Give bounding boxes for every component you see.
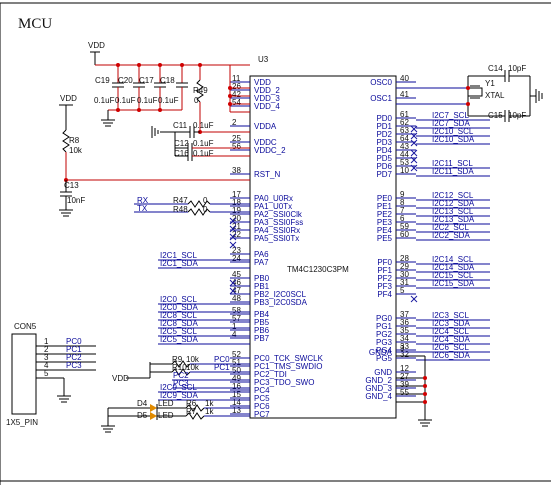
pin-number: 24 (232, 254, 241, 263)
vdd-label-con: VDD (112, 374, 129, 383)
cap-c18-ref: C18 (160, 76, 175, 85)
pin-name: PA7 (254, 258, 269, 267)
pin-number: 56 (232, 142, 241, 151)
sheet-title: MCU (18, 16, 52, 32)
pin-number: 13 (232, 406, 241, 415)
cap-c11-val: 0.1uF (193, 121, 214, 130)
res-r8-val: 10k (69, 146, 83, 155)
pin-name: VDDC_2 (254, 146, 286, 155)
net-label: I2C2_SDA (432, 231, 470, 240)
res-r47-val: 0 (203, 196, 208, 205)
pin-name: OSC1 (370, 94, 392, 103)
cap-c11-ref: C11 (173, 121, 188, 130)
cap-c18-val: 0.1uF (158, 96, 179, 105)
crystal-val: XTAL (485, 91, 505, 100)
reset-network: VDD (59, 94, 250, 217)
cap-c15-val: 10pF (508, 111, 526, 120)
cap-c14-ref: C14 (488, 64, 503, 73)
pin-number: 38 (232, 166, 241, 175)
connector-con5 (11, 333, 96, 415)
res-r49-ref: R49 (193, 86, 208, 95)
chip-left-pins: 11 VDD26 VDD_242 VDD_354 VDD_42 VDDA25 VDDC56 V… (230, 74, 324, 419)
pin-number: 2 (232, 118, 237, 127)
res-r48-ref: R48 (173, 205, 188, 214)
chip-ref: U3 (258, 55, 269, 64)
net-c1: PC1 (214, 363, 230, 372)
res-r7-val: 1k (205, 407, 214, 416)
res-r48-val: 0 (203, 205, 208, 214)
net-c3: PC3 (173, 379, 189, 388)
pin-number: 4 (232, 330, 237, 339)
vdd-label-top: VDD (88, 41, 105, 50)
cap-c16-ref: C16 (174, 149, 189, 158)
pin-number: 48 (232, 294, 241, 303)
cap-c15-ref: C15 (488, 111, 503, 120)
cap-c17-ref: C17 (139, 76, 154, 85)
led-d5-val: LED (158, 411, 174, 420)
cap-c19-val: 0.1uF (94, 96, 115, 105)
cap-c12-ref: C12 (174, 139, 189, 148)
vdd-label-left: VDD (60, 94, 77, 103)
pin-number: 41 (400, 90, 409, 99)
pin-name: GNDA (369, 348, 393, 357)
con5-part: 1X5_PIN (6, 418, 38, 427)
cap-c13-ref: C13 (64, 181, 79, 190)
right-net-labels: I2C7_SCLI2C7_SDAI2C10_SCLI2C10_SDAI2C11_… (416, 111, 490, 361)
pin-name: PB3_I2C0SDA (254, 298, 308, 307)
pin-name: PF4 (377, 290, 392, 299)
cap-c17-val: 0.1uF (137, 96, 158, 105)
vdd-decoupling: VDD (88, 41, 250, 134)
pin-name: VDD_4 (254, 102, 280, 111)
schematic: MCU U3 TM4C1230C3PM 11 VDD26 VDD_242 VDD_35… (0, 2, 551, 485)
cap-c16-val: 0.1uF (193, 149, 214, 158)
cap-c20-val: 0.1uF (115, 96, 136, 105)
res-r47-ref: R47 (173, 196, 188, 205)
led-d4-val: LED (158, 399, 174, 408)
pin-name: GND_4 (365, 392, 392, 401)
pin-name: PA5_SSI0Tx (254, 234, 299, 243)
res-r49-val: 0 (194, 96, 199, 105)
led-d5-ref: D5 (137, 411, 148, 420)
led-d4-ref: D4 (137, 399, 148, 408)
pin-number: 55 (400, 388, 409, 397)
chip-part: TM4C1230C3PM (287, 265, 349, 274)
pin-number: 40 (400, 74, 409, 83)
chip-right-pins: 40OSC041OSC161PD0 62PD1 63PD2 64PD3 43PD4 44P… (365, 74, 416, 401)
pin-number: 10 (400, 166, 409, 175)
cap-c14-val: 10pF (508, 64, 526, 73)
pin-name: PC7 (254, 410, 270, 419)
cap-c13-val: 10nF (67, 196, 85, 205)
pin-number: 60 (400, 230, 409, 239)
pin-name: PE5 (377, 234, 393, 243)
net-label: I2C10_SDA (432, 135, 475, 144)
pin-number: 3 (400, 344, 405, 353)
sheet-frame (0, 2, 551, 485)
cap-c20-ref: C20 (118, 76, 133, 85)
con5-net4: PC3 (66, 361, 82, 370)
con5-pin5-num: 5 (44, 369, 49, 378)
cap-c12-val: 0.1uF (193, 139, 214, 148)
con5-ref: CON5 (14, 322, 37, 331)
res-r7-ref: R7 (186, 407, 197, 416)
crystal-ref: Y1 (485, 79, 495, 88)
cap-c19-ref: C19 (95, 76, 110, 85)
net-b7: I2C5_SDA (160, 335, 198, 344)
pin-name: PD7 (376, 170, 392, 179)
net-label: I2C6_SDA (432, 351, 470, 360)
pin-number: 5 (400, 286, 405, 295)
pin-name: OSC0 (370, 78, 392, 87)
net-a7: I2C1_SDA (160, 259, 198, 268)
net-tx: TX (137, 204, 148, 213)
pin-name: VDDA (254, 122, 277, 131)
pin-name: RST_N (254, 170, 280, 179)
res-r8-ref: R8 (69, 136, 80, 145)
led-network (101, 404, 250, 433)
net-label: I2C15_SDA (432, 279, 475, 288)
pin-number: 54 (232, 98, 241, 107)
net-label: I2C11_SDA (432, 167, 474, 176)
pin-name: PB7 (254, 334, 270, 343)
